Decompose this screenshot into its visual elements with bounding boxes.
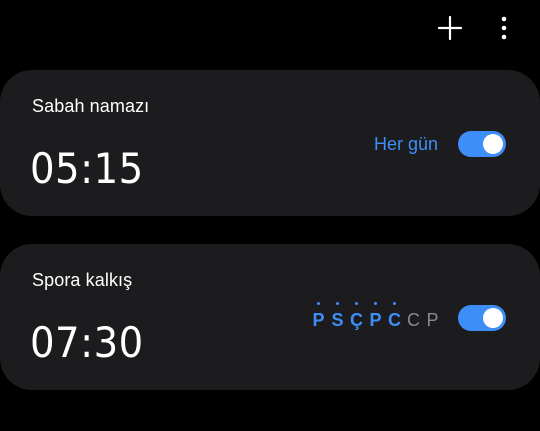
- day-letter: P: [312, 310, 325, 330]
- alarm-time: 05:15: [30, 144, 144, 193]
- day-letter: C: [388, 310, 401, 330]
- toggle-knob: [483, 308, 503, 328]
- alarm-name: Spora kalkış: [32, 270, 133, 290]
- top-actions: [436, 12, 518, 44]
- alarm-repeat-label: Her gün: [373, 134, 438, 154]
- day-wednesday: Ç: [349, 300, 364, 332]
- alarm-card[interactable]: Spora kalkış 07:30 P S Ç P C C P: [0, 244, 540, 390]
- day-letter: P: [426, 310, 439, 330]
- day-letter: P: [369, 310, 382, 330]
- day-tuesday: S: [330, 300, 345, 332]
- day-active-dot: [336, 302, 339, 305]
- day-thursday: P: [368, 300, 383, 332]
- plus-icon: [437, 15, 463, 41]
- alarm-toggle[interactable]: [458, 131, 506, 157]
- day-letter: Ç: [350, 310, 363, 330]
- day-active-dot: [374, 302, 377, 305]
- add-alarm-button[interactable]: [436, 12, 464, 44]
- day-monday: P: [311, 300, 326, 332]
- day-active-dot: [355, 302, 358, 305]
- alarm-time: 07:30: [30, 318, 144, 367]
- day-letter: S: [331, 310, 344, 330]
- day-letter: C: [407, 310, 420, 330]
- alarm-days: P S Ç P C C P: [311, 300, 440, 332]
- alarm-card[interactable]: Sabah namazı 05:15 Her gün: [0, 70, 540, 216]
- day-active-dot: [317, 302, 320, 305]
- alarm-toggle[interactable]: [458, 305, 506, 331]
- more-options-button[interactable]: [490, 12, 518, 44]
- day-saturday: C: [406, 300, 421, 332]
- day-friday: C: [387, 300, 402, 332]
- more-vert-icon: [501, 16, 507, 40]
- alarm-screen: Sabah namazı 05:15 Her gün Spora kalkış …: [0, 0, 540, 431]
- day-sunday: P: [425, 300, 440, 332]
- toggle-knob: [483, 134, 503, 154]
- alarm-name: Sabah namazı: [32, 96, 150, 116]
- day-active-dot: [393, 302, 396, 305]
